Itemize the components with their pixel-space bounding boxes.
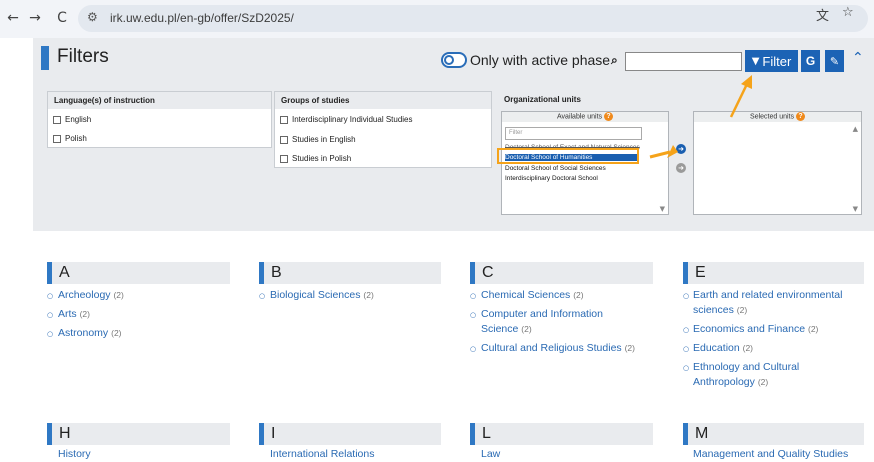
letter-heading-l: L: [470, 423, 653, 445]
list-item[interactable]: Law: [481, 447, 500, 462]
back-icon[interactable]: ←: [4, 9, 22, 27]
checkbox[interactable]: [53, 134, 61, 143]
language-option-polish[interactable]: Polish: [53, 134, 87, 143]
list-item[interactable]: International Relations: [270, 447, 374, 462]
list-item[interactable]: History: [58, 447, 91, 462]
letter-heading-m: M: [683, 423, 864, 445]
checkbox[interactable]: [280, 115, 288, 124]
list-item[interactable]: Biological Sciences (2): [270, 288, 374, 303]
list-item[interactable]: Management and Quality Studies: [693, 447, 848, 462]
address-bar[interactable]: ⚙ irk.uw.edu.pl/en-gb/offer/SzD2025/: [78, 5, 868, 32]
letter-heading-h: H: [47, 423, 230, 445]
help-icon[interactable]: ?: [603, 112, 613, 121]
filters-title-accent: [41, 46, 49, 70]
bookmark-star-icon[interactable]: ☆: [842, 5, 854, 20]
browser-toolbar: ← → C ⚙ irk.uw.edu.pl/en-gb/offer/SzD202…: [0, 0, 874, 38]
group-option-interdisciplinary[interactable]: Interdisciplinary Individual Studies: [280, 115, 413, 124]
list-item[interactable]: Chemical Sciences (2): [481, 288, 584, 303]
google-button[interactable]: G: [801, 50, 820, 72]
selected-units-header: Selected units ?: [694, 112, 861, 122]
url-text: irk.uw.edu.pl/en-gb/offer/SzD2025/: [110, 11, 294, 25]
site-settings-icon[interactable]: ⚙: [87, 10, 103, 26]
list-item[interactable]: Ethnology and Cultural Anthropology (2): [693, 360, 799, 390]
list-item[interactable]: Astronomy (2): [58, 326, 122, 341]
scroll-up-icon[interactable]: ▲: [853, 125, 858, 133]
list-item[interactable]: Economics and Finance (2): [693, 322, 818, 337]
scroll-down-icon[interactable]: ▼: [660, 205, 665, 213]
move-right-icon[interactable]: ➜: [676, 144, 686, 154]
list-item[interactable]: Earth and related environmental sciences …: [693, 288, 842, 318]
translate-icon[interactable]: 文: [816, 5, 829, 24]
list-item[interactable]: Arts (2): [58, 307, 90, 322]
letter-heading-b: B: [259, 262, 441, 284]
languages-header: Language(s) of instruction: [48, 92, 271, 109]
forward-icon[interactable]: →: [26, 9, 44, 27]
letter-heading-a: A: [47, 262, 230, 284]
unit-item[interactable]: Interdisciplinary Doctoral School: [505, 175, 598, 182]
group-option-polish[interactable]: Studies in Polish: [280, 154, 351, 163]
checkbox[interactable]: [280, 154, 288, 163]
language-option-english[interactable]: English: [53, 115, 91, 124]
units-filter-input[interactable]: Filter: [505, 127, 642, 140]
groups-box: Groups of studies Interdisciplinary Indi…: [274, 91, 492, 168]
active-phase-toggle[interactable]: [441, 52, 467, 68]
checkbox[interactable]: [280, 135, 288, 144]
highlight-box: [497, 148, 639, 164]
search-input[interactable]: [625, 52, 742, 71]
groups-header: Groups of studies: [275, 92, 491, 109]
list-item[interactable]: Education (2): [693, 341, 753, 356]
list-item[interactable]: Computer and Information Science (2): [481, 307, 603, 337]
funnel-icon: ▼: [751, 55, 760, 67]
eraser-button[interactable]: ✎: [825, 50, 844, 72]
active-phase-label: Only with active phase: [470, 52, 611, 68]
org-units-header: Organizational units: [504, 95, 581, 104]
letter-heading-e: E: [683, 262, 864, 284]
list-item[interactable]: Archeology (2): [58, 288, 124, 303]
move-left-icon[interactable]: ➜: [676, 163, 686, 173]
scroll-down-icon[interactable]: ▼: [853, 205, 858, 213]
letter-heading-c: C: [470, 262, 653, 284]
list-item[interactable]: Cultural and Religious Studies (2): [481, 341, 635, 356]
filter-button[interactable]: ▼ Filter: [745, 50, 798, 72]
filter-button-label: Filter: [762, 53, 792, 69]
help-icon[interactable]: ?: [795, 112, 805, 121]
eraser-icon: ✎: [829, 54, 840, 68]
collapse-icon[interactable]: ⌃: [852, 50, 864, 66]
group-option-english[interactable]: Studies in English: [280, 135, 356, 144]
unit-item[interactable]: Doctoral School of Social Sciences: [505, 165, 606, 172]
languages-box: Language(s) of instruction English Polis…: [47, 91, 272, 148]
reload-icon[interactable]: C: [53, 9, 71, 27]
letter-heading-i: I: [259, 423, 441, 445]
filters-title: Filters: [57, 46, 109, 67]
selected-units-list[interactable]: Selected units ? ▲ ▼: [693, 111, 862, 215]
available-units-header: Available units ?: [502, 112, 668, 122]
checkbox[interactable]: [53, 115, 61, 124]
search-icon: ⌕: [611, 53, 618, 67]
